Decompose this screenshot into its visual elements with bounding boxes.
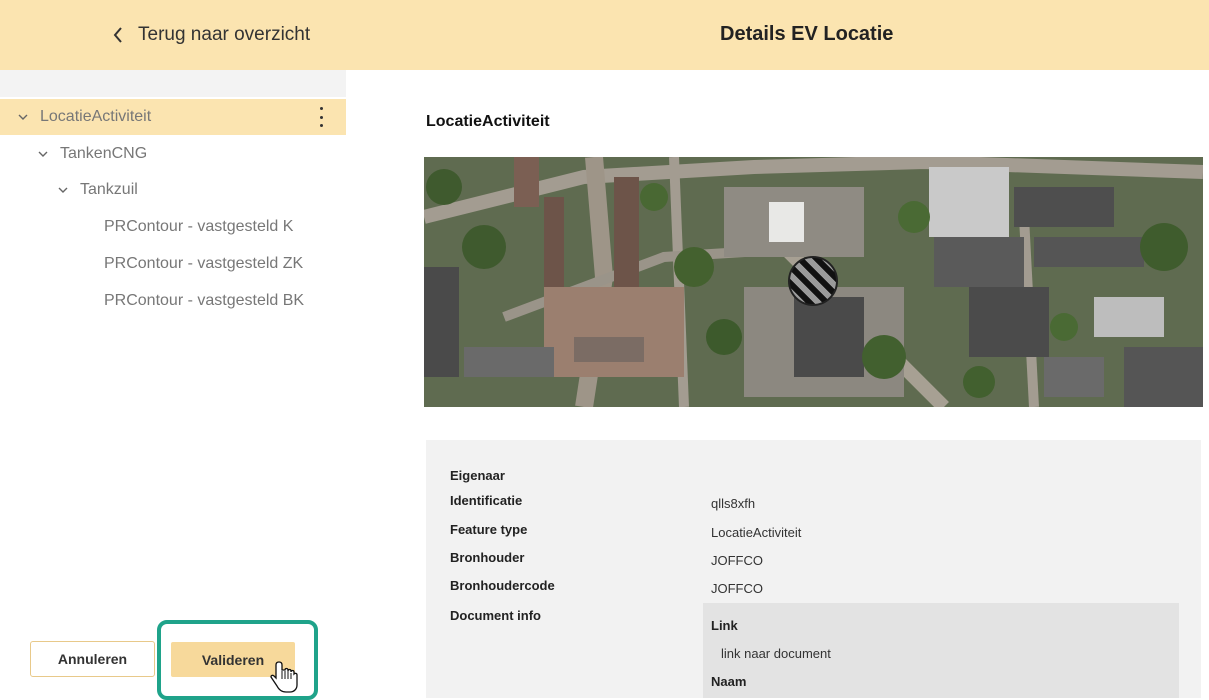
tree-item-locatieactiviteit[interactable]: LocatieActiviteit bbox=[0, 99, 346, 135]
field-label-bronhoudercode: Bronhoudercode bbox=[450, 578, 555, 593]
chevron-down-icon[interactable] bbox=[58, 185, 68, 195]
document-link[interactable]: link naar document bbox=[721, 646, 831, 661]
tree-item-prcontour-zk[interactable]: PRContour - vastgesteld ZK bbox=[0, 246, 346, 282]
field-label-bronhouder: Bronhouder bbox=[450, 550, 525, 565]
page-title: Details EV Locatie bbox=[720, 23, 894, 45]
field-label-document-info: Document info bbox=[450, 608, 541, 623]
hand-cursor-icon bbox=[270, 661, 298, 693]
document-info-box: Link link naar document Naam bbox=[703, 603, 1179, 698]
field-value-feature-type: LocatieActiviteit bbox=[711, 525, 802, 540]
tree-item-label: LocatieActiviteit bbox=[40, 108, 152, 125]
more-options-icon[interactable] bbox=[318, 107, 324, 127]
tree-item-tankencng[interactable]: TankenCNG bbox=[0, 136, 346, 172]
tree-item-label: TankenCNG bbox=[60, 145, 148, 162]
doc-name-label: Naam bbox=[711, 674, 747, 689]
cancel-button[interactable]: Annuleren bbox=[30, 641, 155, 677]
sidebar: LocatieActiviteit TankenCNG Tankzuil PRC… bbox=[0, 70, 346, 698]
tree-item-label: PRContour - vastgesteld ZK bbox=[104, 255, 304, 272]
doc-link-label: Link bbox=[711, 618, 738, 633]
field-value-bronhoudercode: JOFFCO bbox=[711, 581, 763, 596]
back-link[interactable]: Terug naar overzicht bbox=[112, 24, 310, 46]
location-map[interactable] bbox=[424, 157, 1203, 407]
tree-item-label: PRContour - vastgesteld K bbox=[104, 218, 294, 235]
field-label-eigenaar: Eigenaar bbox=[450, 468, 505, 483]
details-panel: Eigenaar Identificatie qlls8xfh Feature … bbox=[426, 440, 1201, 698]
sidebar-top-strip bbox=[0, 70, 346, 97]
tree-item-label: PRContour - vastgesteld BK bbox=[104, 292, 305, 309]
field-label-identificatie: Identificatie bbox=[450, 493, 523, 508]
chevron-down-icon[interactable] bbox=[38, 149, 48, 159]
tree-item-prcontour-bk[interactable]: PRContour - vastgesteld BK bbox=[0, 283, 346, 319]
header-bar: Terug naar overzicht Details EV Locatie bbox=[0, 0, 1209, 70]
field-value-identificatie: qlls8xfh bbox=[711, 496, 756, 511]
tree-item-label: Tankzuil bbox=[80, 181, 138, 198]
field-label-feature-type: Feature type bbox=[450, 522, 528, 537]
section-title: LocatieActiviteit bbox=[426, 113, 550, 130]
field-value-bronhouder: JOFFCO bbox=[711, 553, 763, 568]
tree-item-prcontour-k[interactable]: PRContour - vastgesteld K bbox=[0, 209, 346, 245]
tree-item-tankzuil[interactable]: Tankzuil bbox=[0, 172, 346, 208]
chevron-down-icon[interactable] bbox=[18, 112, 28, 122]
back-link-label: Terug naar overzicht bbox=[138, 24, 311, 45]
chevron-left-icon bbox=[113, 27, 122, 43]
location-marker-icon[interactable] bbox=[788, 256, 838, 306]
